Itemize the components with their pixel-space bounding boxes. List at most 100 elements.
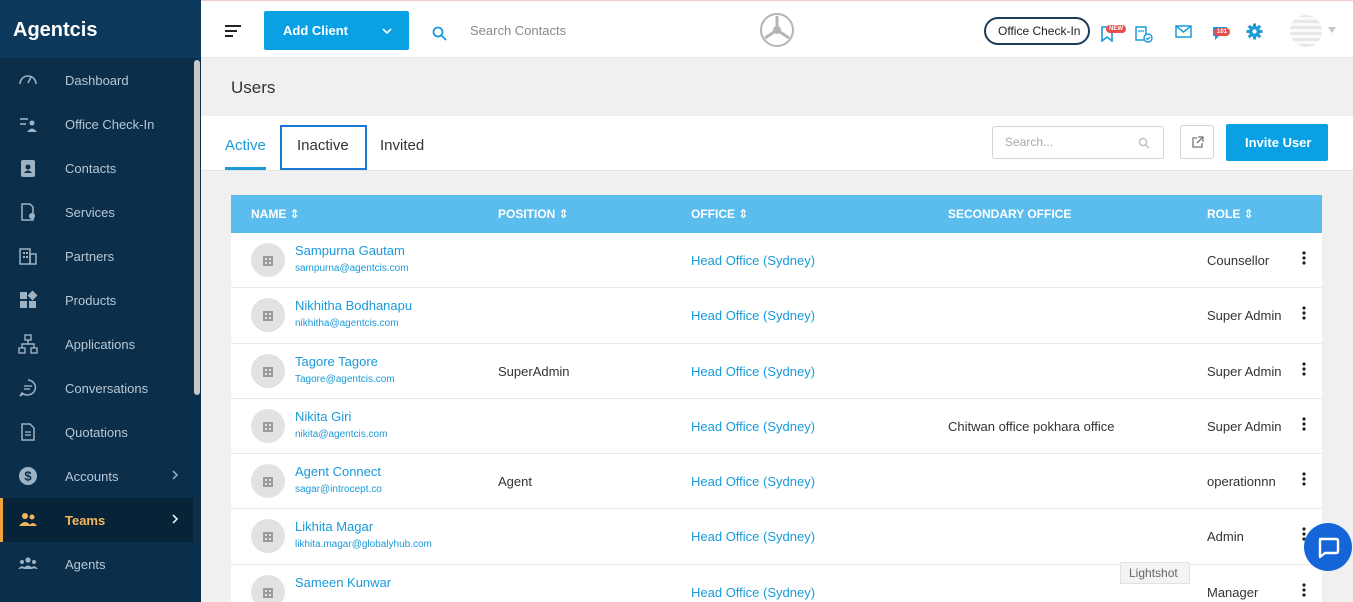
sidebar-item-label: Services bbox=[65, 204, 115, 220]
user-name-link[interactable]: Tagore Tagore bbox=[295, 354, 378, 369]
user-role: Manager bbox=[1207, 584, 1259, 600]
sidebar-scrollbar[interactable] bbox=[193, 58, 201, 602]
invite-user-button[interactable]: Invite User bbox=[1226, 124, 1328, 161]
column-header-role[interactable]: ROLE ⇕ bbox=[1207, 207, 1254, 221]
sidebar-item-contacts[interactable]: Contacts bbox=[0, 146, 201, 190]
table-row[interactable]: Tagore Tagore Tagore@agentcis.com SuperA… bbox=[231, 344, 1322, 399]
user-name-link[interactable]: Nikhitha Bodhanapu bbox=[295, 298, 412, 313]
user-email-link[interactable]: nikhitha@agentcis.com bbox=[295, 318, 399, 329]
search-icon[interactable] bbox=[432, 26, 447, 41]
user-email-link[interactable]: sampurna@agentcis.com bbox=[295, 263, 409, 274]
user-name-link[interactable]: Agent Connect bbox=[295, 464, 381, 479]
user-name-link[interactable]: Nikita Giri bbox=[295, 409, 351, 424]
page-title: Users bbox=[231, 78, 276, 97]
checkin-icon bbox=[17, 113, 39, 135]
more-options-icon[interactable] bbox=[1299, 582, 1309, 598]
avatar bbox=[251, 408, 285, 443]
sidebar-item-applications[interactable]: Applications bbox=[0, 322, 201, 366]
user-email-link[interactable]: nikita@agentcis.com bbox=[295, 429, 387, 440]
user-email-link[interactable]: sagar@introcept.co bbox=[295, 484, 382, 495]
user-role: operationnn bbox=[1207, 474, 1276, 490]
table-row[interactable]: Agent Connect sagar@introcept.co Agent H… bbox=[231, 454, 1322, 510]
building-icon bbox=[17, 245, 39, 267]
more-options-icon[interactable] bbox=[1299, 250, 1309, 266]
scrollbar-thumb[interactable] bbox=[194, 60, 200, 395]
contact-card-icon bbox=[17, 157, 39, 179]
user-office-link[interactable]: Head Office (Sydney) bbox=[691, 253, 815, 268]
sidebar-item-label: Partners bbox=[65, 248, 115, 264]
sidebar-item-services[interactable]: Services bbox=[0, 190, 201, 234]
search-icon bbox=[1138, 137, 1150, 149]
table-row[interactable]: Nikita Giri nikita@agentcis.com Head Off… bbox=[231, 399, 1322, 455]
user-email-link[interactable]: Tagore@agentcis.com bbox=[295, 374, 395, 385]
more-options-icon[interactable] bbox=[1299, 305, 1309, 321]
user-role: Counsellor bbox=[1207, 253, 1270, 268]
tab-inactive[interactable]: Inactive bbox=[297, 137, 349, 154]
column-header-name[interactable]: NAME ⇕ bbox=[251, 207, 300, 221]
add-client-label: Add Client bbox=[283, 23, 348, 38]
table-row[interactable]: Nikhitha Bodhanapu nikhitha@agentcis.com… bbox=[231, 288, 1322, 344]
sidebar-item-teams[interactable]: Teams bbox=[0, 498, 201, 542]
sidebar-item-agents[interactable]: Agents bbox=[0, 542, 201, 586]
sidebar-item-dashboard[interactable]: Dashboard bbox=[0, 58, 201, 102]
mail-icon[interactable] bbox=[1175, 25, 1192, 38]
brand-logo[interactable]: Agentcis bbox=[0, 0, 201, 58]
chevron-down-icon[interactable] bbox=[1328, 27, 1336, 33]
sidebar-item-accounts[interactable]: $ Accounts bbox=[0, 454, 201, 498]
avatar bbox=[251, 519, 285, 554]
sidebar-item-office-check-in[interactable]: Office Check-In bbox=[0, 102, 201, 146]
add-client-button[interactable]: Add Client bbox=[264, 11, 409, 50]
sidebar-item-label: Agents bbox=[65, 556, 106, 572]
sidebar-item-products[interactable]: Products bbox=[0, 278, 201, 322]
sidebar-item-quotations[interactable]: Quotations bbox=[0, 410, 201, 454]
user-office-link[interactable]: Head Office (Sydney) bbox=[691, 585, 815, 600]
more-options-icon[interactable] bbox=[1299, 471, 1309, 487]
export-button[interactable] bbox=[1180, 125, 1214, 159]
user-office-link[interactable]: Head Office (Sydney) bbox=[691, 474, 815, 489]
sidebar-item-conversations[interactable]: Conversations bbox=[0, 366, 201, 410]
users-table: NAME ⇕ POSITION ⇕ OFFICE ⇕ SECONDARY OFF… bbox=[231, 195, 1322, 602]
user-search-input[interactable]: Search... bbox=[992, 126, 1164, 159]
agents-icon bbox=[17, 553, 39, 575]
services-icon bbox=[17, 201, 39, 223]
notification-count-badge: 101 bbox=[1214, 28, 1231, 36]
user-office-link[interactable]: Head Office (Sydney) bbox=[691, 364, 815, 379]
user-email-link[interactable]: likhita.magar@globalyhub.com bbox=[295, 539, 432, 550]
column-header-position[interactable]: POSITION ⇕ bbox=[498, 207, 569, 221]
chat-button[interactable] bbox=[1304, 523, 1352, 571]
external-link-icon bbox=[1192, 136, 1204, 148]
tab-invited[interactable]: Invited bbox=[380, 137, 424, 154]
menu-icon[interactable] bbox=[225, 25, 241, 37]
table-row[interactable]: Sampurna Gautam sampurna@agentcis.com He… bbox=[231, 233, 1322, 289]
search-contacts-input[interactable]: Search Contacts bbox=[470, 23, 566, 38]
user-position: Agent bbox=[498, 474, 532, 490]
column-header-secondary-office: SECONDARY OFFICE bbox=[948, 207, 1072, 221]
table-header: NAME ⇕ POSITION ⇕ OFFICE ⇕ SECONDARY OFF… bbox=[231, 195, 1322, 233]
chat-icon bbox=[17, 377, 39, 399]
user-avatar[interactable] bbox=[1290, 15, 1322, 47]
avatar bbox=[251, 298, 285, 333]
grid-icon bbox=[17, 289, 39, 311]
avatar bbox=[251, 574, 285, 602]
user-name-link[interactable]: Likhita Magar bbox=[295, 519, 373, 534]
user-office-link[interactable]: Head Office (Sydney) bbox=[691, 419, 815, 434]
office-check-in-button[interactable]: Office Check-In bbox=[984, 17, 1090, 45]
sidebar-item-label: Accounts bbox=[65, 468, 119, 484]
team-icon bbox=[17, 509, 39, 531]
table-row[interactable]: Likhita Magar likhita.magar@globalyhub.c… bbox=[231, 509, 1322, 565]
tab-active[interactable]: Active bbox=[225, 137, 266, 154]
column-header-office[interactable]: OFFICE ⇕ bbox=[691, 207, 748, 221]
task-check-icon[interactable] bbox=[1135, 26, 1153, 43]
avatar bbox=[251, 464, 285, 499]
gear-icon[interactable] bbox=[1246, 23, 1263, 40]
user-office-link[interactable]: Head Office (Sydney) bbox=[691, 529, 815, 544]
more-options-icon[interactable] bbox=[1299, 361, 1309, 377]
more-options-icon[interactable] bbox=[1299, 416, 1309, 432]
user-name-link[interactable]: Sampurna Gautam bbox=[295, 243, 405, 258]
lightshot-tooltip: Lightshot bbox=[1120, 562, 1190, 584]
flow-icon bbox=[17, 333, 39, 355]
user-name-link[interactable]: Sameen Kunwar bbox=[295, 575, 391, 590]
user-office-link[interactable]: Head Office (Sydney) bbox=[691, 308, 815, 323]
user-position: SuperAdmin bbox=[498, 363, 570, 379]
sidebar-item-partners[interactable]: Partners bbox=[0, 234, 201, 278]
